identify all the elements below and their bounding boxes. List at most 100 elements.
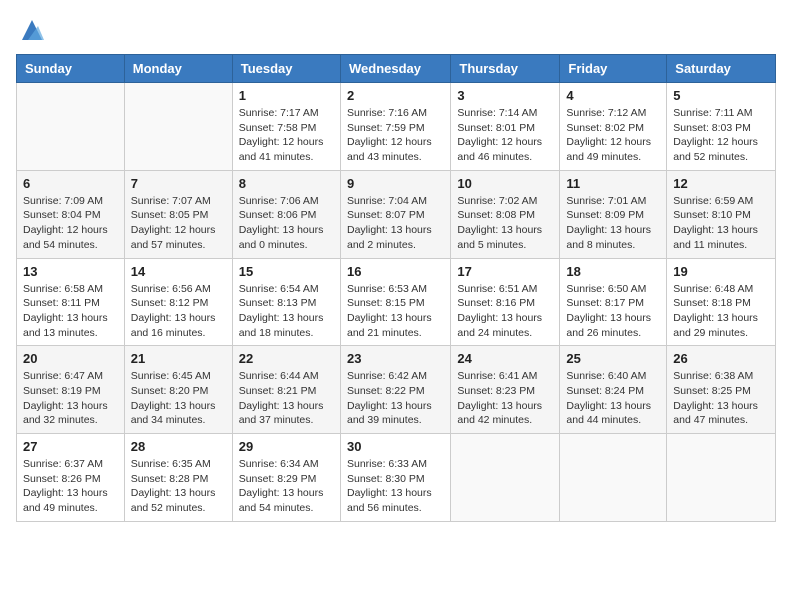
day-number: 12 bbox=[673, 176, 769, 191]
day-number: 9 bbox=[347, 176, 444, 191]
calendar-cell: 14 Sunrise: 6:56 AM Sunset: 8:12 PM Dayli… bbox=[124, 258, 232, 346]
day-number: 10 bbox=[457, 176, 553, 191]
day-info: Sunrise: 6:45 AM Sunset: 8:20 PM Dayligh… bbox=[131, 369, 226, 428]
calendar-week-4: 27Sunrise: 6:37 AM Sunset: 8:26 PM Dayli… bbox=[17, 434, 776, 522]
calendar-cell: 13 Sunrise: 6:58 AM Sunset: 8:11 PM Dayli… bbox=[17, 258, 125, 346]
day-number: 20 bbox=[23, 351, 118, 366]
calendar-cell: 30 Sunrise: 6:33 AM Sunset: 8:30 PM Dayli… bbox=[340, 434, 450, 522]
calendar-cell: 7 Sunrise: 7:07 AM Sunset: 8:05 PM Daylig… bbox=[124, 170, 232, 258]
day-info: Sunrise: 7:17 AM Sunset: 7:58 PM Dayligh… bbox=[239, 106, 334, 165]
day-info: Sunrise: 7:16 AM Sunset: 7:59 PM Dayligh… bbox=[347, 106, 444, 165]
calendar-header-wednesday: Wednesday bbox=[340, 55, 450, 83]
day-number: 18 bbox=[566, 264, 660, 279]
calendar-cell: 15Sunrise: 6:54 AM Sunset: 8:13 PM Dayli… bbox=[232, 258, 340, 346]
day-number: 29 bbox=[239, 439, 334, 454]
day-info: Sunrise: 7:14 AM Sunset: 8:01 PM Dayligh… bbox=[457, 106, 553, 165]
day-info: Sunrise: 6:48 AM Sunset: 8:18 PM Dayligh… bbox=[673, 282, 769, 341]
day-info: Sunrise: 6:44 AM Sunset: 8:21 PM Dayligh… bbox=[239, 369, 334, 428]
day-info: Sunrise: 6:42 AM Sunset: 8:22 PM Dayligh… bbox=[347, 369, 444, 428]
calendar-cell: 23 Sunrise: 6:42 AM Sunset: 8:22 PM Dayli… bbox=[340, 346, 450, 434]
day-number: 26 bbox=[673, 351, 769, 366]
calendar-header-friday: Friday bbox=[560, 55, 667, 83]
calendar-cell: 27Sunrise: 6:37 AM Sunset: 8:26 PM Dayli… bbox=[17, 434, 125, 522]
day-number: 6 bbox=[23, 176, 118, 191]
calendar-cell: 21 Sunrise: 6:45 AM Sunset: 8:20 PM Dayli… bbox=[124, 346, 232, 434]
day-number: 17 bbox=[457, 264, 553, 279]
day-number: 14 bbox=[131, 264, 226, 279]
day-number: 3 bbox=[457, 88, 553, 103]
logo bbox=[16, 16, 46, 44]
day-info: Sunrise: 6:40 AM Sunset: 8:24 PM Dayligh… bbox=[566, 369, 660, 428]
calendar-cell: 11Sunrise: 7:01 AM Sunset: 8:09 PM Dayli… bbox=[560, 170, 667, 258]
day-info: Sunrise: 6:34 AM Sunset: 8:29 PM Dayligh… bbox=[239, 457, 334, 516]
day-info: Sunrise: 7:06 AM Sunset: 8:06 PM Dayligh… bbox=[239, 194, 334, 253]
calendar-cell: 3 Sunrise: 7:14 AM Sunset: 8:01 PM Daylig… bbox=[451, 83, 560, 171]
day-info: Sunrise: 6:35 AM Sunset: 8:28 PM Dayligh… bbox=[131, 457, 226, 516]
calendar-cell: 24 Sunrise: 6:41 AM Sunset: 8:23 PM Dayli… bbox=[451, 346, 560, 434]
calendar-cell: 6 Sunrise: 7:09 AM Sunset: 8:04 PM Daylig… bbox=[17, 170, 125, 258]
calendar-header-row: SundayMondayTuesdayWednesdayThursdayFrid… bbox=[17, 55, 776, 83]
calendar-table: SundayMondayTuesdayWednesdayThursdayFrid… bbox=[16, 54, 776, 522]
calendar-cell: 22 Sunrise: 6:44 AM Sunset: 8:21 PM Dayli… bbox=[232, 346, 340, 434]
calendar-cell: 29 Sunrise: 6:34 AM Sunset: 8:29 PM Dayli… bbox=[232, 434, 340, 522]
day-number: 30 bbox=[347, 439, 444, 454]
day-number: 15 bbox=[239, 264, 334, 279]
calendar-cell bbox=[560, 434, 667, 522]
day-number: 1 bbox=[239, 88, 334, 103]
day-number: 2 bbox=[347, 88, 444, 103]
calendar-cell: 19 Sunrise: 6:48 AM Sunset: 8:18 PM Dayli… bbox=[667, 258, 776, 346]
calendar-cell bbox=[17, 83, 125, 171]
day-info: Sunrise: 6:41 AM Sunset: 8:23 PM Dayligh… bbox=[457, 369, 553, 428]
day-number: 5 bbox=[673, 88, 769, 103]
calendar-cell bbox=[124, 83, 232, 171]
calendar-header-sunday: Sunday bbox=[17, 55, 125, 83]
calendar-cell: 20 Sunrise: 6:47 AM Sunset: 8:19 PM Dayli… bbox=[17, 346, 125, 434]
day-number: 22 bbox=[239, 351, 334, 366]
day-info: Sunrise: 6:50 AM Sunset: 8:17 PM Dayligh… bbox=[566, 282, 660, 341]
day-info: Sunrise: 7:09 AM Sunset: 8:04 PM Dayligh… bbox=[23, 194, 118, 253]
day-info: Sunrise: 7:07 AM Sunset: 8:05 PM Dayligh… bbox=[131, 194, 226, 253]
day-info: Sunrise: 6:59 AM Sunset: 8:10 PM Dayligh… bbox=[673, 194, 769, 253]
calendar-header-thursday: Thursday bbox=[451, 55, 560, 83]
calendar-cell: 18 Sunrise: 6:50 AM Sunset: 8:17 PM Dayli… bbox=[560, 258, 667, 346]
calendar-cell: 9 Sunrise: 7:04 AM Sunset: 8:07 PM Daylig… bbox=[340, 170, 450, 258]
day-info: Sunrise: 6:33 AM Sunset: 8:30 PM Dayligh… bbox=[347, 457, 444, 516]
calendar-cell: 5 Sunrise: 7:11 AM Sunset: 8:03 PM Daylig… bbox=[667, 83, 776, 171]
day-number: 25 bbox=[566, 351, 660, 366]
day-info: Sunrise: 6:47 AM Sunset: 8:19 PM Dayligh… bbox=[23, 369, 118, 428]
day-number: 11 bbox=[566, 176, 660, 191]
calendar-cell bbox=[667, 434, 776, 522]
calendar-cell: 28 Sunrise: 6:35 AM Sunset: 8:28 PM Dayli… bbox=[124, 434, 232, 522]
day-number: 7 bbox=[131, 176, 226, 191]
calendar-cell: 12 Sunrise: 6:59 AM Sunset: 8:10 PM Dayli… bbox=[667, 170, 776, 258]
page-header bbox=[16, 16, 776, 44]
day-number: 4 bbox=[566, 88, 660, 103]
day-number: 16 bbox=[347, 264, 444, 279]
day-number: 23 bbox=[347, 351, 444, 366]
day-number: 28 bbox=[131, 439, 226, 454]
calendar-cell: 2 Sunrise: 7:16 AM Sunset: 7:59 PM Daylig… bbox=[340, 83, 450, 171]
day-number: 19 bbox=[673, 264, 769, 279]
day-number: 24 bbox=[457, 351, 553, 366]
day-info: Sunrise: 7:11 AM Sunset: 8:03 PM Dayligh… bbox=[673, 106, 769, 165]
day-info: Sunrise: 6:38 AM Sunset: 8:25 PM Dayligh… bbox=[673, 369, 769, 428]
day-number: 8 bbox=[239, 176, 334, 191]
calendar-cell bbox=[451, 434, 560, 522]
day-number: 13 bbox=[23, 264, 118, 279]
day-info: Sunrise: 6:58 AM Sunset: 8:11 PM Dayligh… bbox=[23, 282, 118, 341]
calendar-cell: 4 Sunrise: 7:12 AM Sunset: 8:02 PM Daylig… bbox=[560, 83, 667, 171]
day-info: Sunrise: 6:37 AM Sunset: 8:26 PM Dayligh… bbox=[23, 457, 118, 516]
calendar-week-0: 1 Sunrise: 7:17 AM Sunset: 7:58 PM Daylig… bbox=[17, 83, 776, 171]
calendar-header-saturday: Saturday bbox=[667, 55, 776, 83]
day-info: Sunrise: 7:04 AM Sunset: 8:07 PM Dayligh… bbox=[347, 194, 444, 253]
day-info: Sunrise: 7:12 AM Sunset: 8:02 PM Dayligh… bbox=[566, 106, 660, 165]
day-info: Sunrise: 6:51 AM Sunset: 8:16 PM Dayligh… bbox=[457, 282, 553, 341]
day-info: Sunrise: 6:53 AM Sunset: 8:15 PM Dayligh… bbox=[347, 282, 444, 341]
calendar-cell: 26 Sunrise: 6:38 AM Sunset: 8:25 PM Dayli… bbox=[667, 346, 776, 434]
calendar-cell: 8 Sunrise: 7:06 AM Sunset: 8:06 PM Daylig… bbox=[232, 170, 340, 258]
day-info: Sunrise: 6:56 AM Sunset: 8:12 PM Dayligh… bbox=[131, 282, 226, 341]
logo-icon bbox=[18, 16, 46, 44]
calendar-week-2: 13 Sunrise: 6:58 AM Sunset: 8:11 PM Dayli… bbox=[17, 258, 776, 346]
day-number: 21 bbox=[131, 351, 226, 366]
calendar-header-monday: Monday bbox=[124, 55, 232, 83]
